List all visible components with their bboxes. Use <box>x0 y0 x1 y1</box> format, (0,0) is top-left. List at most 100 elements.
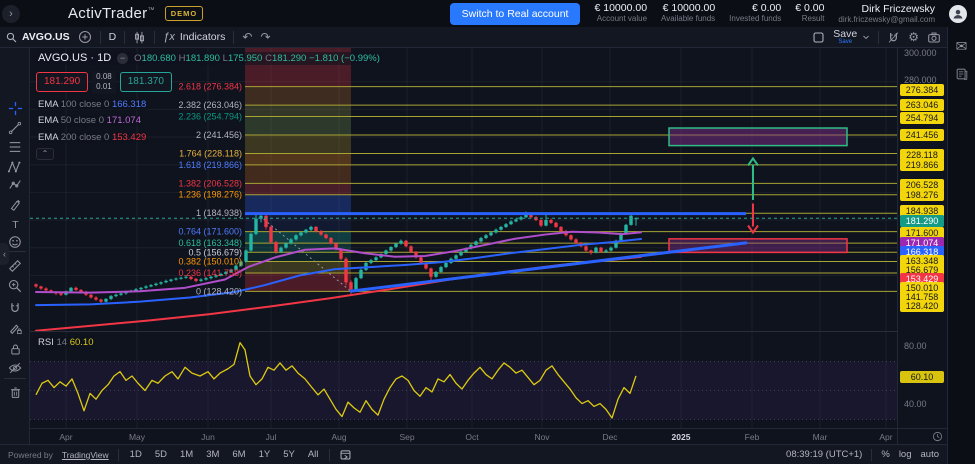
right-icon-strip: ✉ <box>947 27 975 464</box>
candle-body <box>309 227 312 230</box>
analysis-box-upper <box>669 128 847 146</box>
time-axis-label: Aug <box>331 432 346 442</box>
time-axis-label: Mar <box>813 432 828 442</box>
tool-trend-line[interactable] <box>3 120 27 136</box>
ema50-legend[interactable]: EMA 50 close 0 171.074 <box>36 115 143 127</box>
range-1m[interactable]: 1M <box>178 449 195 460</box>
tool-hide-drawings[interactable] <box>3 360 27 376</box>
trash-icon <box>9 386 22 399</box>
tradingview-link[interactable]: TradingView <box>62 450 109 460</box>
news-icon[interactable] <box>955 67 969 81</box>
screenshot-button[interactable] <box>927 31 941 44</box>
tool-lock-all[interactable] <box>3 341 27 357</box>
candle-body <box>154 284 157 285</box>
chart-type-button[interactable] <box>133 31 146 44</box>
undo-button[interactable]: ↶ <box>242 31 252 43</box>
avatar[interactable] <box>949 5 967 23</box>
log-scale-button[interactable]: log <box>899 449 912 460</box>
header: › ActivTrader™ DEMO Switch to Real accou… <box>0 0 975 27</box>
candle-body <box>354 278 357 289</box>
ohlc-values: O180.680 H181.890 L175.950 C181.290 −1.8… <box>134 54 380 64</box>
symbol-search[interactable]: AVGO.US <box>6 31 70 43</box>
tool-magnet[interactable] <box>3 300 27 316</box>
candle-body <box>169 280 172 281</box>
tool-text[interactable]: T <box>3 216 27 232</box>
legend-collapse-button[interactable]: ⌃ <box>36 148 54 160</box>
candles-icon <box>133 31 146 44</box>
save-layout-button[interactable]: SaveSave <box>833 29 870 46</box>
rsi-value-badge: 60.10 <box>900 371 944 383</box>
expand-menu-button[interactable]: › <box>2 5 20 23</box>
switch-to-real-button[interactable]: Switch to Real account <box>450 3 581 25</box>
range-5y[interactable]: 5Y <box>281 449 297 460</box>
spread-indicator: 0.080.01 <box>92 71 116 94</box>
candle-body <box>289 239 292 243</box>
magnet-icon <box>8 301 22 315</box>
symbol-title[interactable]: AVGO.US · 1D <box>38 53 111 64</box>
redo-button[interactable]: ↷ <box>260 31 270 43</box>
candle-body <box>269 227 272 242</box>
tool-xabcd-pattern[interactable] <box>3 159 27 175</box>
add-symbol-button[interactable] <box>78 30 92 44</box>
candle-body <box>34 284 37 286</box>
timeframe-button[interactable]: D <box>109 31 117 43</box>
candle-body <box>604 250 607 251</box>
candle-body <box>204 278 207 279</box>
fx-icon: ƒx <box>163 31 175 43</box>
candle-body <box>139 288 142 289</box>
buy-button[interactable]: 181.370 <box>120 72 172 92</box>
rsi-panel[interactable] <box>30 331 897 428</box>
range-1y[interactable]: 1Y <box>257 449 273 460</box>
mail-icon[interactable]: ✉ <box>956 39 968 53</box>
activtrader-app: › ActivTrader™ DEMO Switch to Real accou… <box>0 0 975 464</box>
collapse-legend-icon[interactable]: − <box>117 53 128 64</box>
tool-fib-retracement[interactable] <box>3 139 27 155</box>
rsi-legend[interactable]: RSI 14 60.10 <box>36 336 95 349</box>
range-6m[interactable]: 6M <box>230 449 247 460</box>
candle-body <box>389 247 392 250</box>
trend-line-icon <box>8 121 22 135</box>
percent-scale-button[interactable]: % <box>881 449 889 460</box>
ema100-legend[interactable]: EMA 100 close 0 166.318 <box>36 99 148 111</box>
price-badge: 254.794 <box>900 112 944 124</box>
candle-body <box>164 281 167 282</box>
range-all[interactable]: All <box>306 449 321 460</box>
time-axis-label: Jun <box>201 432 215 442</box>
range-1d[interactable]: 1D <box>128 449 144 460</box>
auto-scale-button[interactable]: auto <box>921 449 940 460</box>
magnet-mode-button[interactable] <box>887 31 900 44</box>
clock-label[interactable]: 08:39:19 (UTC+1) <box>786 449 862 460</box>
tool-forecast[interactable] <box>3 177 27 193</box>
fib-retracement-icon <box>8 140 22 154</box>
range-3m[interactable]: 3M <box>204 449 221 460</box>
clock-icon[interactable] <box>932 431 943 442</box>
text-icon: T <box>9 218 22 231</box>
candle-body <box>624 225 627 234</box>
candle-body <box>249 234 252 251</box>
range-5d[interactable]: 5D <box>153 449 169 460</box>
tool-zoom-in[interactable] <box>3 278 27 294</box>
candle-body <box>539 220 542 226</box>
price-badge: 198.276 <box>900 189 944 201</box>
candle-body <box>329 238 332 244</box>
chart-settings-button[interactable]: ⚙ <box>908 31 919 43</box>
ema200-legend[interactable]: EMA 200 close 0 153.429 <box>36 132 148 144</box>
tool-remove-drawings[interactable] <box>3 384 27 400</box>
tool-crosshair[interactable] <box>3 100 27 116</box>
candle-body <box>99 300 102 302</box>
candle-body <box>294 235 297 239</box>
sell-button[interactable]: 181.290 <box>36 72 88 92</box>
go-to-date-icon[interactable] <box>339 448 352 461</box>
price-axis[interactable]: 300.000280.000276.384263.046254.794241.4… <box>897 48 947 444</box>
xabcd-pattern-icon <box>8 160 22 174</box>
time-axis-label: Dec <box>602 432 617 442</box>
time-axis[interactable]: AprMayJunJulAugSepOctNovDec2025FebMarApr <box>30 428 897 444</box>
indicators-button[interactable]: ƒx Indicators <box>163 31 225 43</box>
collapse-toolbar-handle[interactable]: ‹ <box>0 243 9 265</box>
tool-brush[interactable] <box>3 196 27 212</box>
tool-draw-lock[interactable] <box>3 320 27 336</box>
stat-available-funds: € 10000.00Available funds <box>661 3 715 23</box>
candle-body <box>324 235 327 238</box>
layout-button[interactable] <box>812 31 825 44</box>
camera-icon <box>927 31 941 44</box>
